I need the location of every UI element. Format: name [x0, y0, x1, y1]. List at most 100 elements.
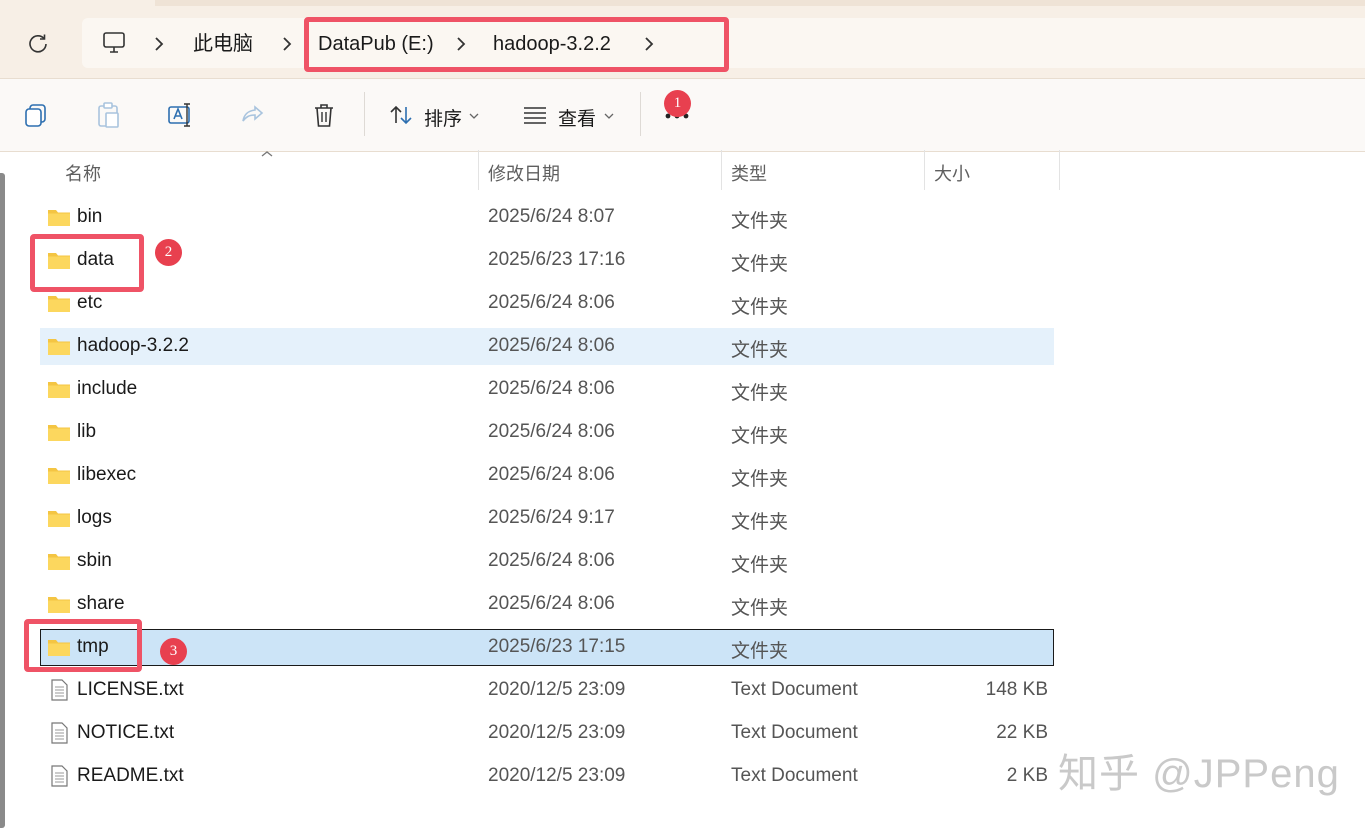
computer-icon[interactable]	[102, 31, 126, 55]
breadcrumb-this-pc[interactable]: 此电脑	[193, 31, 253, 57]
title-strip	[155, 0, 1365, 6]
file-type: 文件夹	[731, 297, 789, 318]
folder-icon	[48, 382, 70, 398]
file-modified: 2025/6/24 8:07	[488, 206, 615, 227]
file-row-logs[interactable]: logs 2025/6/24 9:17 文件夹	[40, 500, 1054, 537]
chevron-down-icon	[604, 113, 614, 119]
toolbar-divider	[640, 92, 641, 136]
file-type: Text Document	[731, 679, 858, 700]
file-type: 文件夹	[731, 512, 789, 533]
text-document-icon	[51, 765, 68, 787]
refresh-icon	[29, 34, 47, 53]
file-type: 文件夹	[731, 426, 789, 447]
file-modified: 2025/6/24 8:06	[488, 292, 615, 313]
file-row-lib[interactable]: lib 2025/6/24 8:06 文件夹	[40, 414, 1054, 451]
view-label: 查看	[558, 109, 597, 130]
sort-ascending-icon	[261, 151, 273, 157]
file-size: 2 KB	[1006, 765, 1048, 786]
highlight-box-path	[304, 17, 729, 72]
file-modified: 2025/6/24 8:06	[488, 335, 615, 356]
file-name: NOTICE.txt	[77, 722, 175, 743]
column-divider[interactable]	[478, 150, 479, 190]
file-row-data[interactable]: data 2025/6/23 17:16 文件夹	[40, 242, 1054, 279]
file-row-notice[interactable]: NOTICE.txt 2020/12/5 23:09 Text Document…	[40, 715, 1054, 752]
file-modified: 2025/6/24 8:06	[488, 550, 615, 571]
file-type: 文件夹	[731, 254, 789, 275]
file-name: bin	[77, 206, 103, 227]
file-type: 文件夹	[731, 340, 789, 361]
file-type: 文件夹	[731, 555, 789, 576]
column-type[interactable]: 类型	[731, 160, 767, 186]
file-row-tmp[interactable]: tmp 2025/6/23 17:15 文件夹	[40, 629, 1054, 666]
column-size[interactable]: 大小	[934, 160, 970, 186]
file-row-etc[interactable]: etc 2025/6/24 8:06 文件夹	[40, 285, 1054, 322]
watermark: 知乎 @JPPeng	[1058, 752, 1340, 796]
folder-icon	[48, 425, 70, 441]
file-name: lib	[77, 421, 97, 442]
copy-icon[interactable]	[22, 101, 50, 129]
file-modified: 2025/6/24 8:06	[488, 421, 615, 442]
file-type: 文件夹	[731, 383, 789, 404]
navigation-pane-edge	[0, 173, 5, 828]
file-type: 文件夹	[731, 211, 789, 232]
view-icon	[524, 107, 546, 124]
column-divider[interactable]	[1059, 150, 1060, 190]
file-type: 文件夹	[731, 598, 789, 619]
rename-icon[interactable]	[166, 101, 194, 129]
annotation-badge-2: 2	[155, 239, 182, 266]
highlight-box-tmp	[24, 619, 142, 672]
sort-icon	[390, 105, 412, 125]
file-modified: 2025/6/23 17:15	[488, 636, 626, 657]
file-row-sbin[interactable]: sbin 2025/6/24 8:06 文件夹	[40, 543, 1054, 580]
file-name: LICENSE.txt	[77, 679, 184, 700]
file-modified: 2025/6/24 8:06	[488, 378, 615, 399]
file-modified: 2025/6/24 8:06	[488, 464, 615, 485]
column-divider[interactable]	[721, 150, 722, 190]
file-type: 文件夹	[731, 469, 789, 490]
folder-icon	[48, 597, 70, 613]
file-modified: 2025/6/23 17:16	[488, 249, 626, 270]
file-name: include	[77, 378, 138, 399]
file-name: hadoop-3.2.2	[77, 335, 189, 356]
file-name: etc	[77, 292, 103, 313]
folder-icon	[48, 511, 70, 527]
sort-button[interactable]: 排序	[382, 92, 494, 136]
file-name: README.txt	[77, 765, 184, 786]
chevron-right-icon[interactable]	[150, 34, 168, 54]
delete-icon[interactable]	[310, 101, 338, 129]
folder-icon	[48, 210, 70, 226]
file-size: 148 KB	[985, 679, 1048, 700]
view-button[interactable]: 查看	[516, 92, 624, 136]
folder-icon	[48, 468, 70, 484]
file-modified: 2020/12/5 23:09	[488, 679, 626, 700]
annotation-badge-1: 1	[664, 90, 691, 117]
column-name[interactable]: 名称	[65, 160, 101, 186]
chevron-right-icon[interactable]	[278, 34, 296, 54]
folder-icon	[48, 296, 70, 312]
file-name: libexec	[77, 464, 137, 485]
file-name: sbin	[77, 550, 112, 571]
refresh-button[interactable]	[24, 30, 52, 58]
file-modified: 2020/12/5 23:09	[488, 765, 626, 786]
text-document-icon	[51, 722, 68, 744]
file-name: share	[77, 593, 125, 614]
file-row-include[interactable]: include 2025/6/24 8:06 文件夹	[40, 371, 1054, 408]
file-modified: 2020/12/5 23:09	[488, 722, 626, 743]
file-row-readme[interactable]: README.txt 2020/12/5 23:09 Text Document…	[40, 758, 1054, 795]
file-row-libexec[interactable]: libexec 2025/6/24 8:06 文件夹	[40, 457, 1054, 494]
chevron-down-icon	[469, 113, 479, 119]
file-row-bin[interactable]: bin 2025/6/24 8:07 文件夹	[40, 199, 1054, 236]
paste-icon[interactable]	[94, 101, 122, 129]
file-modified: 2025/6/24 9:17	[488, 507, 615, 528]
file-row-hadoop[interactable]: hadoop-3.2.2 2025/6/24 8:06 文件夹	[40, 328, 1054, 365]
file-modified: 2025/6/24 8:06	[488, 593, 615, 614]
text-document-icon	[51, 679, 68, 701]
file-row-license[interactable]: LICENSE.txt 2020/12/5 23:09 Text Documen…	[40, 672, 1054, 709]
folder-icon	[48, 554, 70, 570]
file-type: Text Document	[731, 722, 858, 743]
share-icon[interactable]	[239, 101, 267, 129]
file-name: logs	[77, 507, 112, 528]
file-row-share[interactable]: share 2025/6/24 8:06 文件夹	[40, 586, 1054, 623]
column-divider[interactable]	[924, 150, 925, 190]
column-modified[interactable]: 修改日期	[488, 160, 560, 186]
